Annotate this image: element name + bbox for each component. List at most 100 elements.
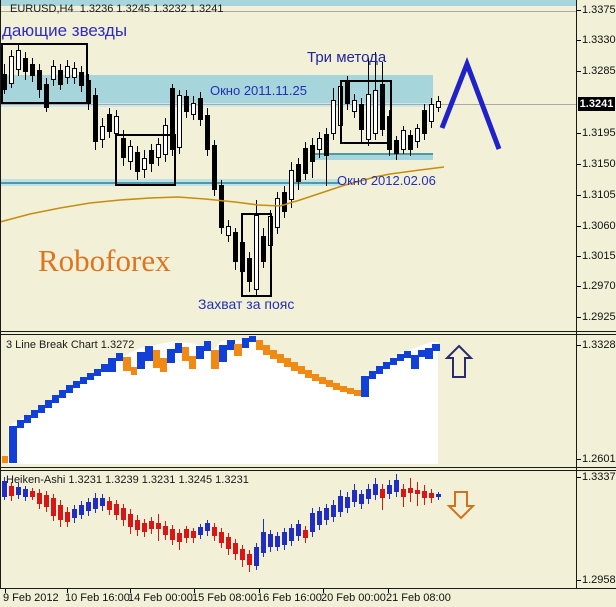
ha-candle-bull — [394, 480, 399, 492]
line-break-bar-up — [17, 420, 24, 428]
line-break-bar-down — [277, 354, 284, 363]
price-scale-label: 1.3330 — [582, 34, 616, 46]
pattern-box-belt-hold — [241, 213, 272, 297]
chart-header: EURUSD,H4 1.3236 1.3245 1.3232 1.3241 — [10, 3, 223, 15]
ha-candle-bear — [128, 514, 133, 527]
ha-candle-bear — [9, 486, 14, 496]
line-break-bar-down — [256, 340, 263, 350]
line-break-bar-up — [219, 345, 227, 362]
candle-bear — [212, 145, 217, 190]
price-scale-label: 1.3337 — [582, 471, 616, 483]
belt-hold-label: Захват за пояс — [198, 296, 294, 312]
candle-bull — [436, 101, 441, 108]
line-break-bar-up — [376, 366, 383, 374]
ha-candle-bear — [65, 512, 70, 522]
ha-candle-bull — [387, 485, 392, 494]
line-break-bar-down — [298, 366, 305, 374]
ha-candle-bear — [142, 523, 147, 532]
line-break-bar-up — [175, 343, 182, 353]
ha-candle-bull — [296, 524, 301, 536]
line-break-bar-down — [123, 357, 131, 371]
ha-candle-bull — [317, 511, 322, 525]
ha-candle-bear — [408, 488, 413, 493]
line-break-bar-up — [204, 341, 211, 351]
line-break-bar-up — [52, 395, 59, 403]
time-axis-tick — [194, 589, 195, 593]
ha-candle-bear — [121, 508, 126, 520]
candle-bear — [107, 114, 112, 132]
time-axis-label: 9 Feb 2012 — [3, 592, 59, 604]
price-scale-label: 1.3105 — [582, 189, 616, 201]
ha-candle-bull — [79, 505, 84, 515]
line-break-bar-down — [347, 388, 354, 394]
ha-candle-bear — [240, 549, 245, 560]
ha-candle-bull — [359, 494, 364, 504]
line-break-bar-down — [153, 350, 160, 368]
panel-divider-1b — [0, 334, 616, 335]
candle-bull — [191, 103, 196, 115]
time-axis-label: 21 Feb 08:00 — [386, 592, 451, 604]
time-axis-label: 15 Feb 08:00 — [192, 592, 257, 604]
ha-candle-bear — [415, 490, 420, 494]
symbol-period: EURUSD,H4 — [10, 3, 74, 15]
time-axis-tick — [388, 589, 389, 593]
ha-candle-bull — [345, 497, 350, 508]
line-break-bar-down — [291, 362, 298, 371]
line-break-bar-down — [2, 456, 8, 463]
line-break-bar-down — [354, 390, 361, 396]
heiken-ashi-panel[interactable] — [0, 470, 576, 588]
line-break-bar-up — [87, 373, 94, 380]
candle-bear — [422, 110, 427, 134]
candle-bull — [429, 104, 434, 122]
ha-candle-bear — [303, 530, 308, 538]
line-break-bar-up — [73, 381, 80, 388]
ha-candle-bull — [331, 505, 336, 517]
line-break-bar-down — [263, 345, 270, 355]
line-break-bar-up — [94, 369, 101, 376]
ha-candle-bear — [226, 537, 231, 549]
ha-candle-bull — [198, 527, 203, 535]
line-break-bar-up — [249, 336, 256, 342]
candle-bull — [226, 226, 231, 236]
candle-bull — [114, 116, 119, 134]
line-break-bar-up — [390, 358, 397, 365]
line-break-bar-down — [270, 350, 277, 359]
line-break-bar-down — [326, 380, 333, 387]
ha-candle-bear — [58, 505, 63, 520]
line-break-bar-up — [418, 350, 425, 357]
ha-candle-bear — [135, 520, 140, 530]
time-axis-tick — [130, 589, 131, 593]
ha-candle-bull — [100, 498, 105, 506]
ha-candle-bear — [233, 543, 238, 554]
trading-terminal-window: EURUSD,H4 1.3236 1.3245 1.3232 1.3241 3 … — [0, 0, 616, 607]
heiken-ashi-title: Heiken-Ashi 1.3231 1.3239 1.3231 1.3245 … — [6, 474, 249, 486]
ha-candle-bull — [436, 494, 441, 497]
price-scale[interactable] — [577, 0, 616, 588]
line-break-bar-down — [189, 356, 196, 369]
ha-candle-bull — [373, 484, 378, 495]
time-axis-tick — [5, 589, 6, 593]
line-break-title: 3 Line Break Chart 1.3272 — [6, 339, 134, 351]
line-break-panel[interactable] — [0, 334, 576, 467]
price-scale-label: 1.3060 — [582, 220, 616, 232]
current-price-tag: 1.3241 — [578, 97, 615, 111]
line-break-bar-up — [242, 338, 249, 348]
line-break-bar-down — [319, 377, 326, 384]
ha-candle-bull — [282, 532, 287, 545]
ha-candle-bear — [170, 529, 175, 540]
ha-candle-bear — [191, 531, 196, 538]
price-zone-band — [313, 155, 433, 160]
time-axis-tick — [323, 589, 324, 593]
price-scale-label: 1.2970 — [582, 280, 616, 292]
price-scale-label: 1.3285 — [582, 65, 616, 77]
panel-divider-2b — [0, 470, 616, 471]
ha-candle-bull — [261, 532, 266, 553]
ha-candle-bear — [247, 554, 252, 565]
line-break-bar-up — [196, 346, 204, 359]
line-break-bar-up — [24, 415, 31, 423]
ha-candle-bull — [93, 498, 98, 509]
line-break-bar-up — [167, 349, 175, 363]
ha-candle-bull — [72, 509, 77, 518]
ha-candle-bull — [310, 513, 315, 532]
ha-candle-bear — [401, 489, 406, 497]
